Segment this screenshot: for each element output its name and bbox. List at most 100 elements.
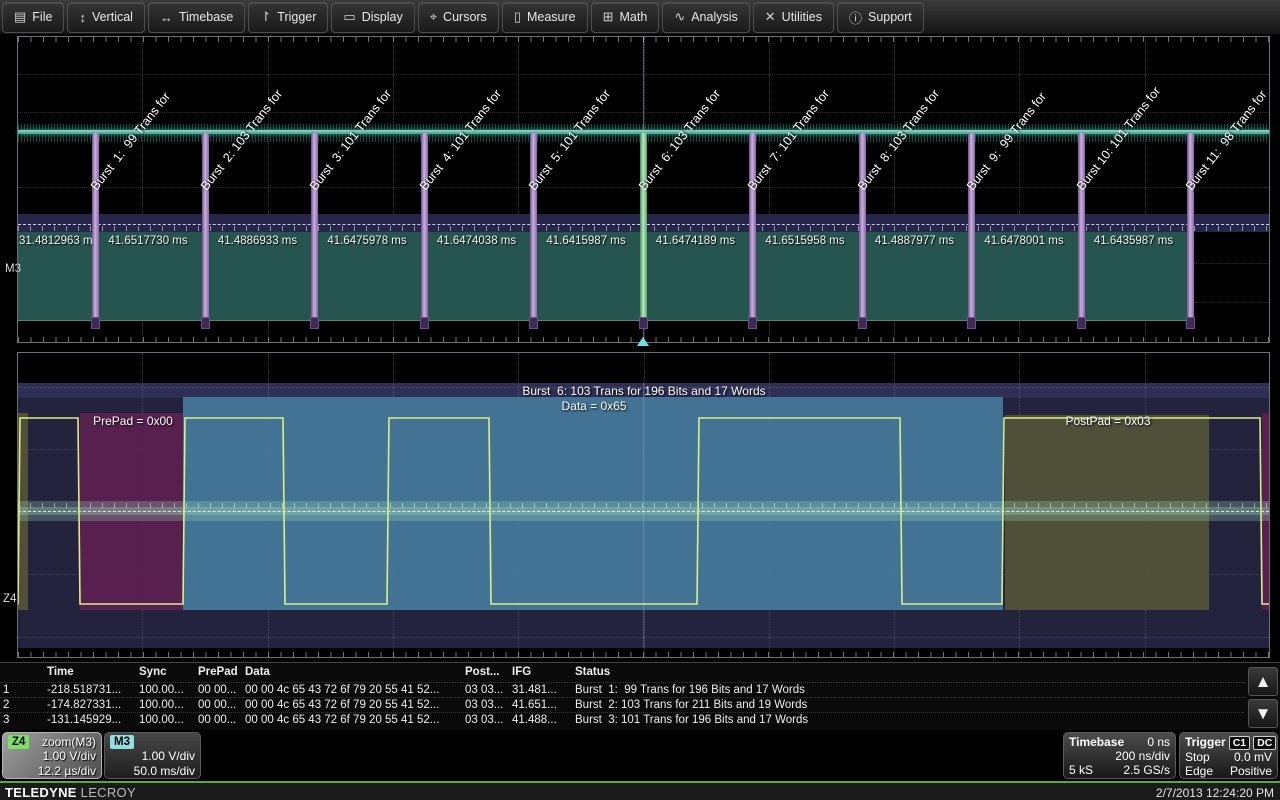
table-cell: 100.00...	[139, 684, 192, 696]
trigger-descriptor-box[interactable]: Trigger C1DC Stop 0.0 mV Edge Positive	[1179, 732, 1278, 779]
timebase-descriptor-box[interactable]: Timebase 0 ns 200 ns/div 5 kS 2.5 GS/s	[1063, 732, 1176, 779]
menu-label: Analysis	[691, 10, 738, 24]
menu-button-file[interactable]: ▤ File	[2, 2, 64, 33]
burst-marker-tip	[1077, 317, 1086, 329]
table-cell: -218.518731...	[47, 684, 133, 696]
burst-marker-4[interactable]	[421, 133, 428, 318]
analysis-icon: ∿	[674, 9, 685, 25]
burst-marker-10[interactable]	[1078, 133, 1085, 318]
table-cell: -131.145929...	[47, 714, 133, 726]
zoom-panel[interactable]: Burst 6: 103 Trans for 196 Bits and 17 W…	[0, 352, 1280, 658]
menu-bar: ▤File↕Vertical↔Timebase↾Trigger▭Display⌖…	[0, 0, 1280, 35]
column-header-post[interactable]: Post...	[465, 666, 500, 678]
vertical-icon: ↕	[79, 10, 86, 25]
column-header-data[interactable]: Data	[245, 666, 270, 678]
trigger-source-badge: C1	[1229, 736, 1250, 750]
menu-label: Utilities	[782, 10, 822, 24]
cursors-icon: ⌖	[430, 9, 437, 25]
ifg-measurement: 41.4886933 ms	[207, 235, 308, 247]
table-cell: 03 03...	[465, 714, 506, 726]
top-axis-ticks	[18, 37, 1269, 42]
trigger-icon: ↾	[260, 9, 271, 25]
menu-button-display[interactable]: ▭Display	[331, 2, 414, 33]
menu-button-trigger[interactable]: ↾ Trigger	[248, 2, 328, 33]
burst-marker-tip	[201, 317, 210, 329]
burst-marker-9[interactable]	[968, 133, 975, 318]
menu-button-analysis[interactable]: ∿ Analysis	[662, 2, 749, 33]
table-cell: 00 00 4c 65 43 72 6f 79 20 55 41 52...	[245, 699, 459, 711]
trigger-slope: Positive	[1230, 764, 1272, 778]
burst-marker-8[interactable]	[859, 133, 866, 318]
table-row[interactable]: 2-174.827331...100.00...00 00...00 00 4c…	[0, 697, 1244, 713]
burst-marker-tip	[1186, 317, 1195, 329]
burst-marker-tip	[91, 317, 100, 329]
ifg-measurement: 41.6415987 ms	[535, 235, 637, 247]
trigger-level: 0.0 mV	[1234, 750, 1272, 764]
trigger-type: Edge	[1185, 764, 1213, 778]
timebase-samples: 5 kS	[1069, 763, 1093, 777]
menu-button-cursors[interactable]: ⌖Cursors	[418, 2, 499, 33]
table-cell: 100.00...	[139, 699, 192, 711]
burst-marker-3[interactable]	[311, 133, 318, 318]
z4-title: zoom(M3)	[29, 735, 96, 749]
trigger-mode: Stop	[1185, 750, 1210, 764]
burst-overview-panel[interactable]: 31.4812963 ms41.6517730 ms41.4886933 ms4…	[0, 36, 1280, 343]
menu-label: Measure	[527, 10, 576, 24]
m3-descriptor-box[interactable]: M3 1.00 V/div 50.0 ms/div	[104, 732, 201, 779]
burst-marker-5[interactable]	[530, 133, 537, 318]
menu-button-timebase[interactable]: ↔Timebase	[148, 2, 245, 33]
table-cell: 2	[3, 699, 41, 711]
file-icon: ▤	[14, 9, 26, 25]
z4-tdiv: 12.2 µs/div	[8, 764, 96, 779]
z4-descriptor-box[interactable]: Z4 zoom(M3) 1.00 V/div 12.2 µs/div	[2, 732, 102, 779]
m3-tdiv: 50.0 ms/div	[110, 764, 195, 779]
ifg-measurement: 41.6474038 ms	[426, 235, 527, 247]
z4-badge: Z4	[8, 735, 29, 749]
burst-marker-tip	[858, 317, 867, 329]
column-header-status[interactable]: Status	[575, 666, 610, 678]
menu-button-utilities[interactable]: ✕ Utilities	[753, 2, 834, 33]
column-header-prepad[interactable]: PrePad	[198, 666, 238, 678]
menu-label: Display	[362, 10, 403, 24]
menu-label: File	[32, 10, 52, 24]
ifg-measurement: 41.6475978 ms	[316, 235, 418, 247]
z4-vdiv: 1.00 V/div	[8, 749, 96, 764]
burst-marker-6[interactable]	[640, 133, 647, 318]
table-row[interactable]: 1-218.518731...100.00...00 00...00 00 4c…	[0, 682, 1244, 698]
table-scroll-down-button[interactable]: ▼	[1248, 699, 1278, 728]
taskbar: TELEDYNE LECROY 2/7/2013 12:24:20 PM	[0, 781, 1280, 800]
burst-marker-1[interactable]	[92, 133, 99, 318]
menu-label: Trigger	[277, 10, 316, 24]
table-cell: 41.488...	[512, 714, 569, 726]
burst-marker-11[interactable]	[1187, 133, 1194, 318]
ifg-measurement: 41.6515958 ms	[754, 235, 856, 247]
column-header-ifg[interactable]: IFG	[512, 666, 531, 678]
teledyne-lecroy-logo: TELEDYNE LECROY	[5, 785, 136, 800]
math-icon: ⊞	[603, 9, 614, 25]
column-header-sync[interactable]: Sync	[139, 666, 167, 678]
menu-label: Vertical	[92, 10, 133, 24]
menu-label: Timebase	[179, 10, 233, 24]
table-cell: 03 03...	[465, 684, 506, 696]
menu-button-vertical[interactable]: ↕ Vertical	[67, 2, 145, 33]
table-scroll-up-button[interactable]: ▲	[1248, 667, 1278, 696]
prepad-label: PrePad = 0x00	[93, 414, 173, 428]
burst-marker-tip	[748, 317, 757, 329]
zoom-bottom-ticks	[18, 652, 1269, 657]
column-header-time[interactable]: Time	[47, 666, 74, 678]
table-cell: 00 00...	[198, 714, 239, 726]
timebase-offset: 0 ns	[1147, 735, 1170, 749]
descriptor-bar: Z4 zoom(M3) 1.00 V/div 12.2 µs/div M3 1.…	[0, 730, 1280, 781]
table-cell: 00 00...	[198, 699, 239, 711]
menu-button-support[interactable]: ⓘSupport	[837, 2, 924, 33]
m3-badge: M3	[110, 735, 134, 749]
menu-button-math[interactable]: ⊞Math	[591, 2, 660, 33]
menu-button-measure[interactable]: ▯Measure	[502, 2, 588, 33]
table-cell: 100.00...	[139, 714, 192, 726]
table-cell: 00 00 4c 65 43 72 6f 79 20 55 41 52...	[245, 714, 459, 726]
burst-marker-7[interactable]	[749, 133, 756, 318]
utilities-icon: ✕	[765, 9, 776, 25]
trigger-position-marker[interactable]	[637, 337, 649, 346]
table-row[interactable]: 3-131.145929...100.00...00 00...00 00 4c…	[0, 712, 1244, 728]
burst-marker-2[interactable]	[202, 133, 209, 318]
